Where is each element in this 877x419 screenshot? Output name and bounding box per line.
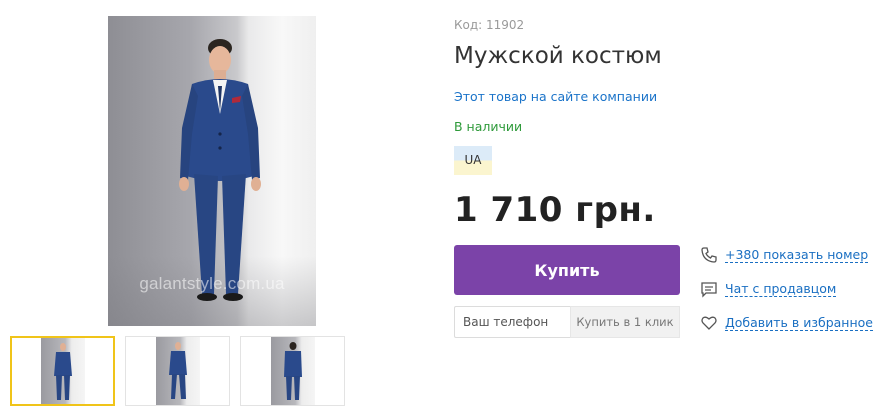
- thumbnail-2[interactable]: [125, 336, 230, 406]
- product-price: 1 710 грн.: [454, 190, 656, 230]
- product-code: Код: 11902: [454, 18, 525, 32]
- thumbnail-figure: [168, 342, 187, 399]
- favorite-row: Добавить в избранное: [700, 313, 873, 333]
- heart-icon: [700, 314, 718, 332]
- ua-badge: UA: [454, 146, 492, 175]
- thumbnail-image: [155, 337, 200, 405]
- thumbnail-1[interactable]: [10, 336, 115, 406]
- product-title: Мужской костюм: [454, 43, 662, 69]
- main-product-image[interactable]: galantstyle.com.ua: [108, 16, 316, 326]
- thumbnail-image: [40, 338, 85, 404]
- phone-row: +380 показать номер: [700, 245, 869, 265]
- show-phone-link[interactable]: +380 показать номер: [725, 247, 869, 263]
- phone-icon: [700, 246, 718, 264]
- add-to-favorites-link[interactable]: Добавить в избранное: [725, 315, 873, 331]
- chat-icon: [700, 280, 718, 298]
- chat-row: Чат с продавцом: [700, 279, 837, 299]
- thumbnail-3[interactable]: [240, 336, 345, 406]
- buy-button[interactable]: Купить: [454, 245, 680, 295]
- watermark: galantstyle.com.ua: [139, 274, 285, 293]
- chat-with-seller-link[interactable]: Чат с продавцом: [725, 281, 837, 297]
- thumbnail-figure: [53, 343, 72, 400]
- availability-status: В наличии: [454, 119, 523, 134]
- company-site-link[interactable]: Этот товар на сайте компании: [454, 89, 657, 104]
- thumbnail-figure: [283, 342, 302, 400]
- phone-input[interactable]: [454, 306, 570, 338]
- buy-one-click-button[interactable]: Купить в 1 клик: [570, 306, 680, 338]
- thumbnail-image: [270, 337, 315, 405]
